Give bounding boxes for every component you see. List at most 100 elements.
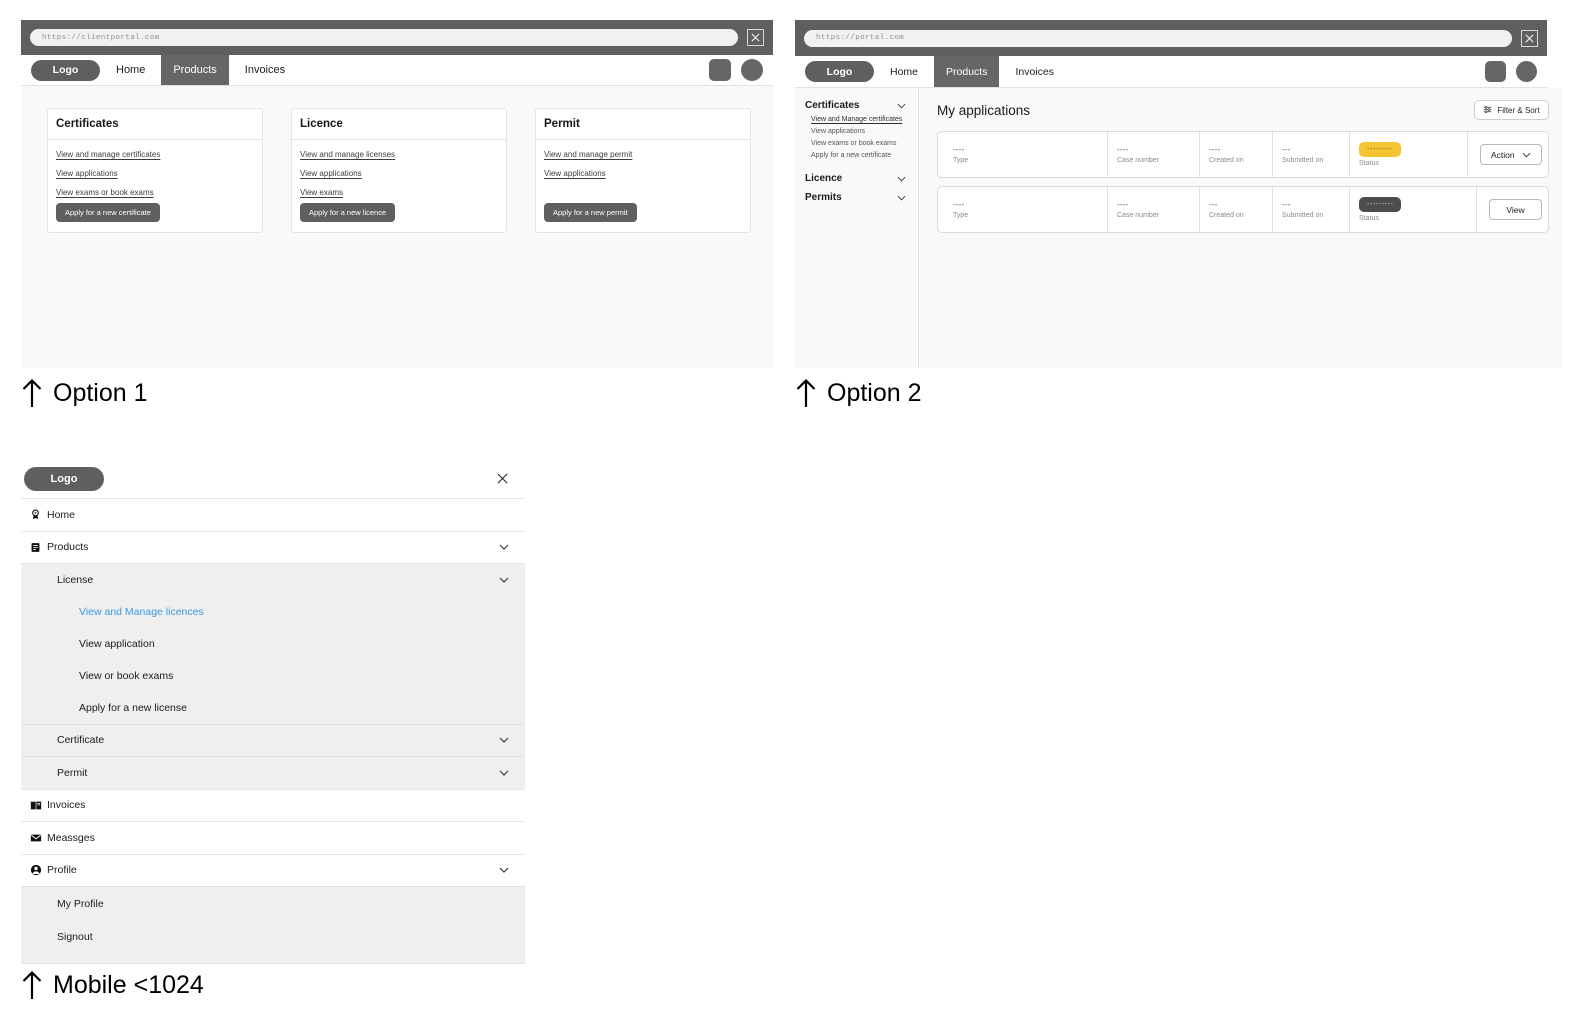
nav-link-home-1[interactable]: Home	[104, 55, 157, 85]
cell-submitted-on: --- Submitted on	[1272, 187, 1349, 232]
cell-submitted-on: --- Submitted on	[1272, 132, 1349, 177]
cell-status: --------- Status	[1349, 187, 1467, 232]
nav-right-group-2	[1485, 56, 1537, 87]
table-row[interactable]: ---- Type ---- Case number ---- Created …	[937, 131, 1549, 178]
mobile-item-profile[interactable]: Profile	[21, 853, 525, 887]
wireframe-canvas: https://clientportal.com Logo Home Produ…	[0, 0, 1570, 1022]
user-icon	[30, 864, 47, 876]
logo-button-2[interactable]: Logo	[805, 61, 874, 82]
card-link[interactable]: View and manage certificates	[56, 150, 160, 159]
nav-link-home-2[interactable]: Home	[878, 56, 930, 87]
cell-value: ----	[1117, 145, 1129, 154]
badge-icon	[30, 509, 47, 520]
mobile-submenu-profile: My Profile Signout	[21, 886, 525, 963]
nav-link-invoices-2[interactable]: Invoices	[1003, 56, 1066, 87]
sidebar-group-permits: Permits	[805, 192, 918, 203]
logo-button-mobile[interactable]: Logo	[24, 466, 104, 491]
filter-and-sort-button[interactable]: Filter & Sort	[1474, 100, 1549, 120]
card-link[interactable]: View exams	[300, 188, 343, 197]
nav-link-products-2[interactable]: Products	[934, 56, 1000, 87]
table-row[interactable]: ---- Type ---- Case number --- Created o…	[937, 186, 1549, 233]
sidebar-item-certificates[interactable]: Certificates	[805, 100, 918, 111]
mobile-item-label: Products	[47, 541, 89, 554]
chevron-down-icon	[499, 770, 509, 776]
card-certificates: Certificates View and manage certificate…	[47, 108, 263, 233]
mobile-item-view-manage-licences[interactable]: View and Manage licences	[21, 595, 525, 628]
mobile-item-home[interactable]: Home	[21, 498, 525, 531]
cell-value: ----	[1117, 200, 1129, 209]
apply-licence-button[interactable]: Apply for a new licence	[300, 203, 396, 222]
cell-created-on: --- Created on	[1199, 187, 1272, 232]
chevron-down-icon	[499, 544, 509, 551]
mobile-menu-mockup: Logo Home Products License View and Mana…	[21, 459, 525, 964]
status-badge: ---------	[1359, 142, 1402, 157]
cell-label: Submitted on	[1282, 212, 1324, 219]
sidebar-group-label: Licence	[805, 173, 843, 184]
mobile-item-view-application[interactable]: View application	[21, 627, 525, 660]
sidebar-subitem-view-manage-certificates[interactable]: View and Manage certificates	[811, 116, 902, 123]
mobile-item-permit[interactable]: Permit	[21, 756, 525, 789]
sidebar: Certificates View and Manage certificate…	[795, 88, 919, 368]
mobile-item-signout[interactable]: Signout	[21, 920, 525, 953]
nav-right-group-1	[709, 55, 763, 85]
mobile-item-my-profile[interactable]: My Profile	[21, 887, 525, 920]
view-button[interactable]: View	[1489, 199, 1542, 220]
cell-label: Case number	[1117, 212, 1160, 219]
option-2-mockup: https://portal.com Logo Home Products In…	[795, 20, 1563, 368]
close-icon[interactable]	[496, 472, 509, 485]
sidebar-item-permits[interactable]: Permits	[805, 192, 918, 203]
chevron-down-icon	[499, 737, 509, 744]
nav-link-invoices-1[interactable]: Invoices	[233, 55, 297, 85]
logo-button-1[interactable]: Logo	[31, 59, 100, 81]
sidebar-item-licence[interactable]: Licence	[805, 173, 918, 184]
url-bar-1[interactable]: https://clientportal.com	[30, 29, 738, 46]
card-link[interactable]: View and manage permit	[544, 150, 632, 159]
sidebar-subitem-view-applications[interactable]: View applications	[811, 128, 865, 135]
action-dropdown[interactable]: Action	[1480, 144, 1542, 165]
status-badge: ---------	[1359, 197, 1402, 212]
mobile-submenu-products: License View and Manage licences View ap…	[21, 563, 525, 789]
card-link[interactable]: View exams or book exams	[56, 188, 154, 197]
cell-value: ---	[1209, 200, 1218, 209]
card-link[interactable]: View applications	[544, 169, 606, 178]
cell-label: Submitted on	[1282, 157, 1324, 164]
option-1-mockup: https://clientportal.com Logo Home Produ…	[21, 20, 773, 368]
page-title: My applications	[937, 102, 1031, 118]
filter-icon	[1483, 105, 1492, 116]
avatar[interactable]	[741, 59, 763, 81]
mobile-item-license[interactable]: License	[21, 563, 525, 596]
product-cards: Certificates View and manage certificate…	[47, 108, 773, 233]
card-link[interactable]: View applications	[56, 169, 118, 178]
mobile-item-products[interactable]: Products	[21, 530, 525, 564]
apply-certificate-button[interactable]: Apply for a new certificate	[56, 203, 160, 222]
cell-value: ---	[1282, 145, 1291, 154]
mail-icon	[30, 833, 47, 843]
nav-link-products-1[interactable]: Products	[161, 55, 229, 85]
caption-label: Option 2	[827, 378, 922, 407]
chevron-down-icon	[897, 176, 906, 182]
avatar[interactable]	[1516, 61, 1537, 82]
mobile-item-messages[interactable]: Meassges	[21, 821, 525, 854]
sidebar-group-label: Permits	[805, 192, 842, 203]
close-icon[interactable]	[747, 29, 764, 46]
mobile-item-apply-new-license[interactable]: Apply for a new license	[21, 691, 525, 724]
notification-icon[interactable]	[709, 59, 731, 81]
sidebar-subitem-apply-new-certificate[interactable]: Apply for a new certificate	[811, 152, 891, 159]
card-link[interactable]: View applications	[300, 169, 362, 178]
mobile-item-invoices[interactable]: Invoices	[21, 788, 525, 822]
sidebar-subitem-view-exams[interactable]: View exams or book exams	[811, 140, 896, 147]
url-bar-2[interactable]: https://portal.com	[804, 29, 1512, 47]
apply-permit-button[interactable]: Apply for a new permit	[544, 203, 637, 222]
mobile-item-view-or-book-exams[interactable]: View or book exams	[21, 659, 525, 692]
close-icon[interactable]	[1521, 29, 1538, 47]
card-link[interactable]: View and manage licenses	[300, 150, 395, 159]
cell-type: ---- Type	[944, 132, 1107, 177]
mobile-item-label: Invoices	[47, 799, 86, 812]
cell-created-on: ---- Created on	[1199, 132, 1272, 177]
cell-label: Type	[953, 157, 969, 164]
notification-icon[interactable]	[1485, 61, 1506, 82]
mobile-item-certificate[interactable]: Certificate	[21, 723, 525, 757]
cell-value: ----	[953, 200, 965, 209]
cell-label: Created on	[1209, 212, 1244, 219]
mobile-header: Logo	[21, 459, 525, 498]
